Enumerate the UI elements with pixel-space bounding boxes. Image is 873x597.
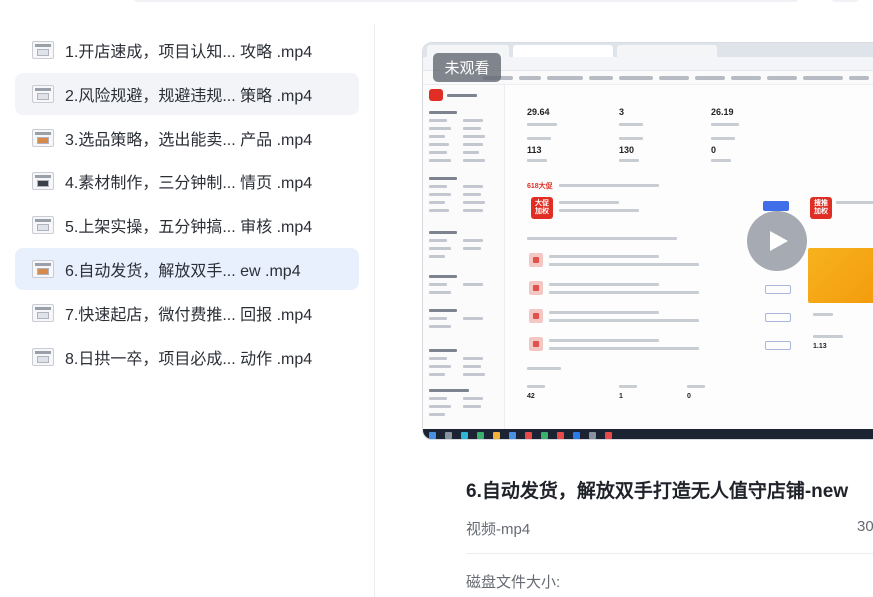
file-size-value: 30	[857, 518, 873, 535]
file-list-item-label: 4.素材制作，三分钟制... 情页 .mp4	[65, 175, 313, 193]
preview-shop-sidebar	[423, 85, 505, 430]
file-list-sidebar: 1.开店速成，项目认知... 攻略 .mp4 2.风险规避，规避违规... 策略 …	[0, 24, 375, 597]
disk-size-label: 磁盘文件大小:	[466, 574, 561, 591]
video-thumbnail-icon	[32, 41, 54, 59]
preview-taskbar	[423, 429, 873, 439]
file-list-item-label: 1.开店速成，项目认知... 攻略 .mp4	[65, 44, 313, 61]
file-list-item[interactable]: 5.上架实操，五分钟搞... 审核 .mp4	[15, 204, 359, 246]
play-icon	[770, 231, 788, 251]
file-list-item[interactable]: 2.风险规避，规避违规... 策略 .mp4	[15, 72, 359, 115]
video-thumbnail-icon	[32, 84, 54, 103]
video-thumbnail-icon	[32, 216, 54, 235]
file-list-item[interactable]: 6.自动发货，解放双手... ew .mp4	[15, 248, 359, 290]
file-list-item[interactable]: 3.选品策略，选出能卖... 产品 .mp4	[15, 117, 359, 159]
video-thumbnail-icon	[32, 172, 54, 191]
file-type: 视频-mp4	[466, 521, 531, 538]
top-right-button-edge[interactable]	[830, 0, 860, 2]
file-list-item[interactable]: 1.开店速成，项目认知... 攻略 .mp4	[15, 29, 359, 71]
search-bar-edge[interactable]	[132, 0, 800, 2]
video-thumbnail-icon	[32, 303, 54, 322]
file-list-item-label: 5.上架实操，五分钟搞... 审核 .mp4	[65, 219, 313, 237]
file-list-item-label: 2.风险规避，规避违规... 策略 .mp4	[65, 87, 313, 105]
video-thumbnail-icon	[32, 128, 54, 147]
play-button[interactable]	[747, 211, 807, 271]
unwatched-badge: 未观看	[433, 53, 501, 82]
file-list-item[interactable]: 7.快速起店，微付费推... 回报 .mp4	[15, 292, 359, 334]
video-thumbnail-icon	[32, 260, 54, 278]
file-list-item-label: 3.选品策略，选出能卖... 产品 .mp4	[65, 131, 313, 149]
file-list-item-label: 7.快速起店，微付费推... 回报 .mp4	[65, 306, 313, 324]
video-thumbnail-icon	[32, 347, 54, 366]
preview-shop-logo	[429, 89, 443, 101]
file-list-item[interactable]: 8.日拱一卒，项目必成... 动作 .mp4	[15, 336, 359, 378]
file-title: 6.自动发货，解放双手打造无人值守店铺-new	[466, 481, 849, 502]
file-list-item-label: 8.日拱一卒，项目必成... 动作 .mp4	[65, 350, 313, 368]
file-list-item[interactable]: 4.素材制作，三分钟制... 情页 .mp4	[15, 160, 359, 202]
top-search-area	[0, 0, 873, 8]
file-list-item-label: 6.自动发货，解放双手... ew .mp4	[65, 263, 301, 280]
preview-orange-card	[808, 248, 873, 303]
details-divider	[466, 553, 873, 554]
